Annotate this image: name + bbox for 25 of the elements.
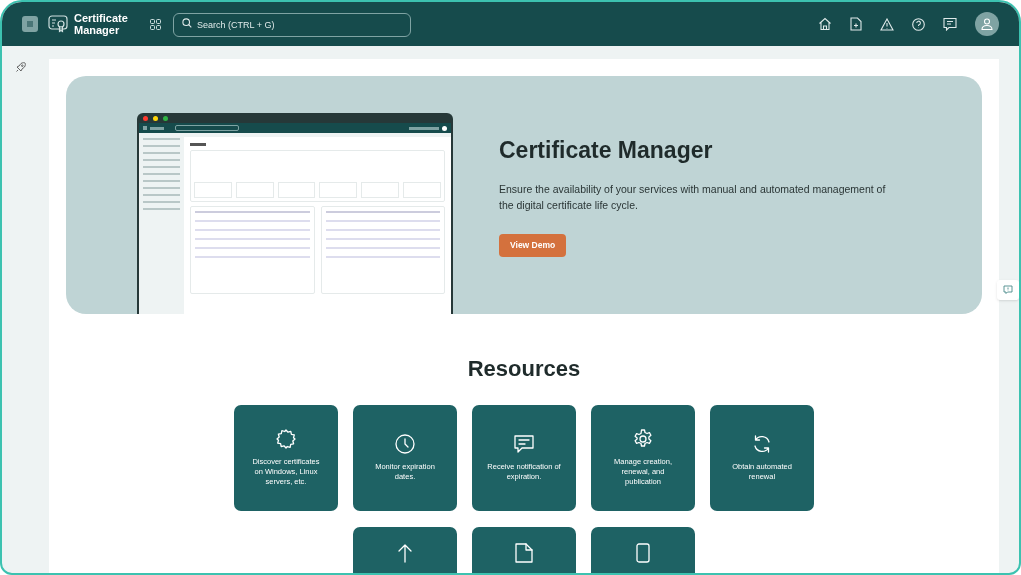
feedback-icon (1003, 284, 1013, 295)
apps-grid-icon[interactable] (150, 18, 161, 30)
resources-heading: Resources (467, 355, 581, 383)
badge-icon (276, 429, 296, 449)
file-add-icon[interactable] (850, 17, 862, 31)
refresh-icon (752, 434, 772, 454)
hero-title: Certificate Manager (499, 136, 714, 165)
home-icon[interactable] (818, 17, 832, 31)
search-icon (182, 18, 192, 28)
user-icon (981, 18, 993, 30)
clock-icon (395, 434, 415, 454)
hero-description: Ensure the availability of your services with manual and automated management of the digital certificate life cycle. (499, 181, 887, 213)
certificate-icon (48, 14, 68, 34)
upload-arrow-icon (398, 543, 412, 563)
document-icon (515, 543, 533, 563)
app-title: Certificate Manager (74, 12, 129, 36)
warning-icon[interactable] (880, 17, 894, 31)
user-avatar[interactable] (975, 12, 999, 36)
help-icon[interactable] (912, 17, 925, 31)
rocket-icon[interactable] (15, 62, 26, 73)
settings-icon (633, 429, 653, 449)
chat-icon[interactable] (943, 17, 957, 31)
search-field[interactable]: Search (CTRL + G) (173, 13, 411, 37)
message-icon (514, 434, 534, 454)
phone-icon (636, 543, 650, 563)
